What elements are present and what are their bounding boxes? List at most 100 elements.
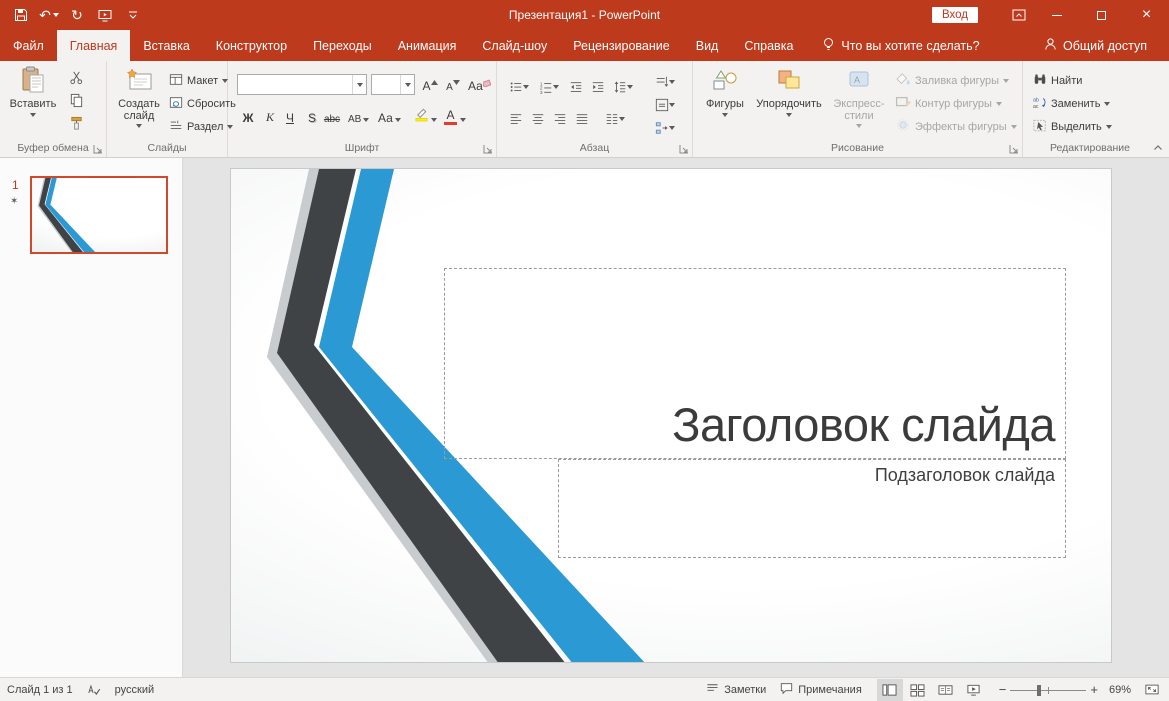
find-button[interactable]: Найти xyxy=(1033,70,1082,91)
text-direction-button[interactable] xyxy=(649,71,681,92)
tab-slideshow[interactable]: Слайд-шоу xyxy=(469,30,560,61)
title-placeholder[interactable]: Заголовок слайда xyxy=(444,268,1066,459)
language-indicator[interactable]: русский xyxy=(108,678,161,701)
clear-formatting-button[interactable]: Аа xyxy=(468,74,491,95)
collapse-ribbon-icon[interactable] xyxy=(1151,141,1165,153)
save-icon[interactable] xyxy=(8,2,34,28)
font-size-dropdown-icon[interactable] xyxy=(400,75,414,94)
font-dialog-launcher-icon[interactable] xyxy=(483,143,493,153)
shape-outline-button[interactable]: Контур фигуры xyxy=(895,93,1002,114)
tab-design[interactable]: Конструктор xyxy=(203,30,300,61)
cut-button[interactable] xyxy=(66,67,87,88)
tab-file[interactable]: Файл xyxy=(0,30,57,61)
new-slide-button[interactable]: Создать слайд xyxy=(113,65,165,128)
copy-button[interactable] xyxy=(66,90,87,111)
font-size-combo[interactable] xyxy=(371,74,415,95)
sign-in-button[interactable]: Вход xyxy=(932,7,978,23)
decrease-indent-button[interactable] xyxy=(565,76,586,97)
undo-icon[interactable]: ↶ xyxy=(36,2,62,28)
start-slideshow-icon[interactable] xyxy=(92,2,118,28)
format-painter-button[interactable] xyxy=(66,113,87,134)
layout-button[interactable]: Макет xyxy=(169,70,228,91)
font-name-combo[interactable] xyxy=(237,74,367,95)
slide-thumbnail[interactable] xyxy=(30,176,168,254)
shapes-button[interactable]: Фигуры xyxy=(700,65,750,117)
highlight-color-button[interactable] xyxy=(414,106,437,127)
notes-toggle[interactable]: Заметки xyxy=(699,678,773,701)
justify-button[interactable] xyxy=(571,108,592,129)
shape-effects-button[interactable]: Эффекты фигуры xyxy=(895,116,1017,137)
slide-editing-area[interactable]: Заголовок слайда Подзаголовок слайда xyxy=(183,158,1169,677)
close-button[interactable]: × xyxy=(1124,0,1169,30)
zoom-slider-thumb[interactable] xyxy=(1037,685,1041,696)
align-right-button[interactable] xyxy=(549,108,570,129)
grow-font-button[interactable]: А xyxy=(420,74,440,95)
comments-icon xyxy=(780,682,793,698)
reset-button[interactable]: Сбросить xyxy=(169,93,236,114)
paste-button[interactable]: Вставить xyxy=(8,65,58,117)
zoom-out-button[interactable]: − xyxy=(995,678,1011,701)
section-button[interactable]: Раздел xyxy=(169,116,233,137)
spellcheck-icon[interactable] xyxy=(80,678,108,701)
underline-button[interactable]: Ч xyxy=(280,106,300,127)
tab-review[interactable]: Рецензирование xyxy=(560,30,683,61)
font-name-dropdown-icon[interactable] xyxy=(352,75,366,94)
redo-icon[interactable]: ↻ xyxy=(64,2,90,28)
tab-insert[interactable]: Вставка xyxy=(130,30,202,61)
align-left-button[interactable] xyxy=(505,108,526,129)
maximize-button[interactable] xyxy=(1079,0,1124,30)
text-shadow-button[interactable]: S xyxy=(302,106,322,127)
tab-transitions[interactable]: Переходы xyxy=(300,30,385,61)
paragraph-dialog-launcher-icon[interactable] xyxy=(679,143,689,153)
slide[interactable]: Заголовок слайда Подзаголовок слайда xyxy=(230,168,1112,663)
arrange-button[interactable]: Упорядочить xyxy=(753,65,825,117)
subtitle-placeholder[interactable]: Подзаголовок слайда xyxy=(558,459,1066,558)
change-case-button[interactable]: Аа xyxy=(378,106,401,127)
tab-animations[interactable]: Анимация xyxy=(385,30,470,61)
slideshow-view-button[interactable] xyxy=(961,679,987,701)
shrink-font-button[interactable]: А xyxy=(443,74,463,95)
tab-view[interactable]: Вид xyxy=(683,30,732,61)
tell-me-box[interactable]: Что вы хотите сделать? xyxy=(822,30,979,61)
zoom-level[interactable]: 69% xyxy=(1102,678,1138,701)
comments-toggle[interactable]: Примечания xyxy=(773,678,869,701)
line-spacing-button[interactable] xyxy=(609,76,636,97)
tab-home[interactable]: Главная xyxy=(57,30,131,61)
customize-quick-access-icon[interactable] xyxy=(120,2,146,28)
group-editing: Найти abac Заменить Выделить Редактирова… xyxy=(1023,61,1157,157)
quick-styles-button[interactable]: А Экспресс-стили xyxy=(829,65,889,128)
convert-to-smartart-button[interactable] xyxy=(649,117,681,138)
slide-sorter-view-button[interactable] xyxy=(905,679,931,701)
increase-indent-button[interactable] xyxy=(587,76,608,97)
drawing-dialog-launcher-icon[interactable] xyxy=(1009,143,1019,153)
window-title: Презентация1 - PowerPoint xyxy=(509,8,660,22)
normal-view-button[interactable] xyxy=(877,679,903,701)
bullets-button[interactable] xyxy=(505,76,532,97)
share-button[interactable]: Общий доступ xyxy=(1044,30,1169,61)
font-size-input[interactable] xyxy=(372,75,400,94)
zoom-in-button[interactable]: + xyxy=(1086,678,1102,701)
reading-view-button[interactable] xyxy=(933,679,959,701)
italic-button[interactable]: К xyxy=(260,106,280,127)
bold-button[interactable]: Ж xyxy=(238,106,258,127)
align-center-button[interactable] xyxy=(527,108,548,129)
numbering-button[interactable]: 123 xyxy=(535,76,562,97)
replace-button[interactable]: abac Заменить xyxy=(1033,93,1110,114)
character-spacing-button[interactable]: АВ xyxy=(348,106,369,127)
tab-help[interactable]: Справка xyxy=(731,30,806,61)
align-text-button[interactable] xyxy=(649,94,681,115)
strikethrough-button[interactable]: abc xyxy=(322,106,342,127)
minimize-button[interactable] xyxy=(1034,0,1079,30)
columns-button[interactable] xyxy=(601,108,628,129)
layout-icon xyxy=(169,73,183,89)
clipboard-dialog-launcher-icon[interactable] xyxy=(93,143,103,153)
fit-slide-to-window-icon[interactable] xyxy=(1138,678,1169,701)
transition-star-icon[interactable]: ✶ xyxy=(10,196,18,207)
shape-fill-button[interactable]: Заливка фигуры xyxy=(895,70,1009,91)
font-color-button[interactable]: А xyxy=(444,106,466,127)
select-button[interactable]: Выделить xyxy=(1033,116,1112,137)
zoom-slider[interactable] xyxy=(1010,679,1086,701)
ribbon-display-options-icon[interactable] xyxy=(1004,0,1034,30)
font-name-input[interactable] xyxy=(238,75,352,94)
slide-counter[interactable]: Слайд 1 из 1 xyxy=(0,678,80,701)
